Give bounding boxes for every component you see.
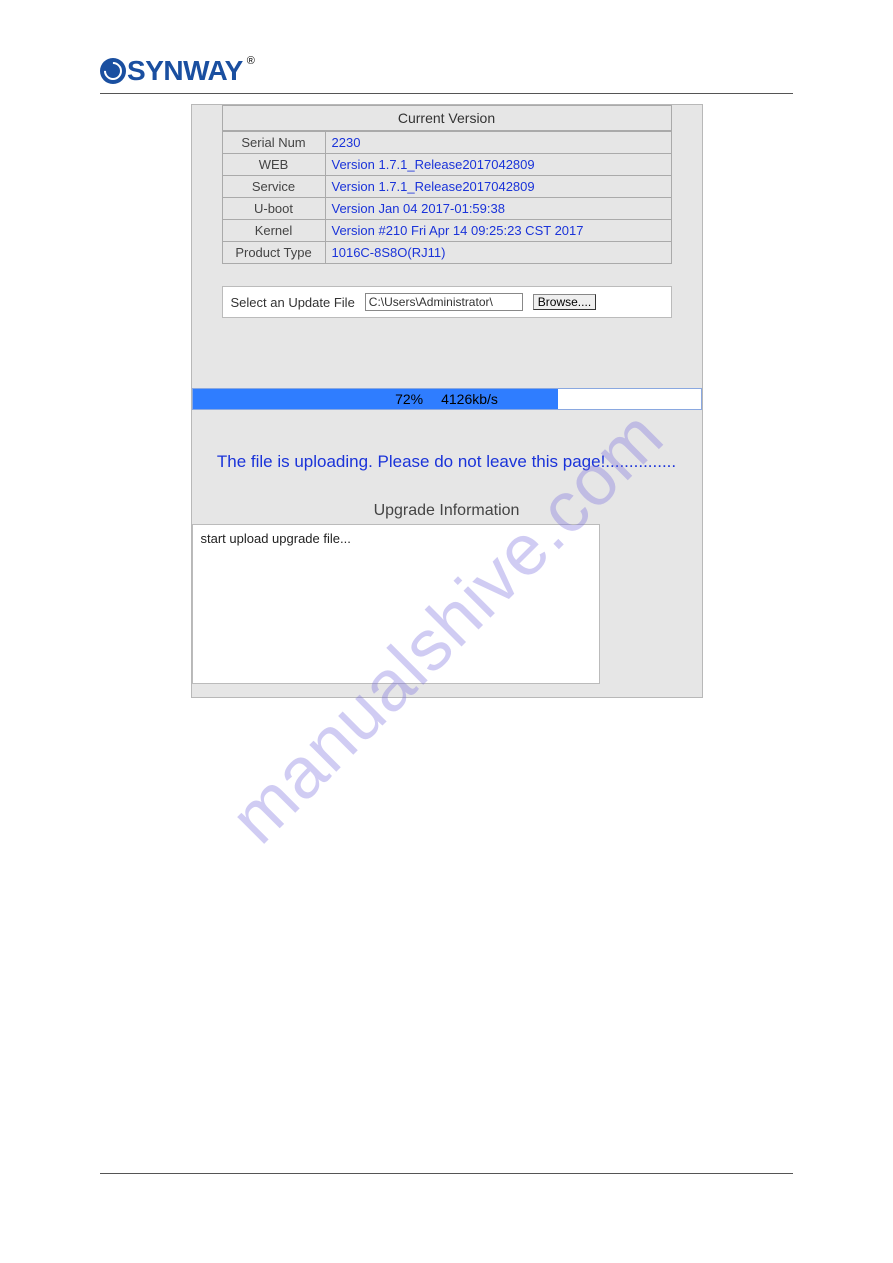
row-value: Version #210 Fri Apr 14 09:25:23 CST 201… [325, 220, 671, 242]
row-label: U-boot [222, 198, 325, 220]
table-row: WEB Version 1.7.1_Release2017042809 [222, 154, 671, 176]
row-label: WEB [222, 154, 325, 176]
row-value: Version 1.7.1_Release2017042809 [325, 154, 671, 176]
browse-button[interactable]: Browse.... [533, 294, 596, 310]
row-value: 1016C-8S8O(RJ11) [325, 242, 671, 264]
select-file-row: Select an Update File C:\Users\Administr… [222, 286, 672, 318]
table-row: Service Version 1.7.1_Release2017042809 [222, 176, 671, 198]
row-label: Serial Num [222, 132, 325, 154]
header-divider [100, 93, 793, 94]
upgrade-panel: Current Version Serial Num 2230 WEB Vers… [191, 104, 703, 698]
row-label: Service [222, 176, 325, 198]
progress-bar: 72% 4126kb/s [192, 388, 702, 410]
table-row: Product Type 1016C-8S8O(RJ11) [222, 242, 671, 264]
upload-status-message: The file is uploading. Please do not lea… [200, 452, 694, 472]
progress-speed: 4126kb/s [441, 391, 498, 407]
row-label: Kernel [222, 220, 325, 242]
footer-divider [100, 1173, 793, 1174]
upgrade-info-title: Upgrade Information [192, 502, 702, 520]
logo: SYNWAY ® [100, 55, 793, 87]
table-row: Serial Num 2230 [222, 132, 671, 154]
logo-mark-icon [100, 58, 126, 84]
row-value: 2230 [325, 132, 671, 154]
version-table: Current Version Serial Num 2230 WEB Vers… [222, 105, 672, 264]
table-row: U-boot Version Jan 04 2017-01:59:38 [222, 198, 671, 220]
select-file-label: Select an Update File [231, 295, 355, 310]
row-value: Version Jan 04 2017-01:59:38 [325, 198, 671, 220]
row-value: Version 1.7.1_Release2017042809 [325, 176, 671, 198]
progress-percent: 72% [395, 391, 423, 407]
row-label: Product Type [222, 242, 325, 264]
registered-icon: ® [247, 55, 255, 67]
file-path-input[interactable]: C:\Users\Administrator\ [365, 293, 523, 311]
table-row: Kernel Version #210 Fri Apr 14 09:25:23 … [222, 220, 671, 242]
version-table-title: Current Version [222, 105, 672, 131]
upgrade-log[interactable] [192, 524, 600, 684]
